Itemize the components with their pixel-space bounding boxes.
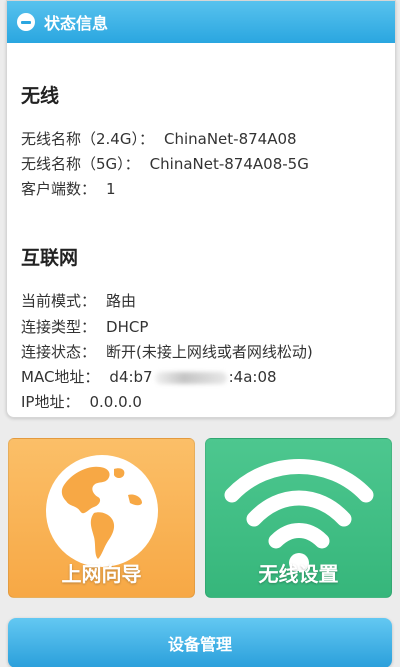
wifi-5g-label: 无线名称（5G）： bbox=[21, 155, 140, 173]
status-title: 状态信息 bbox=[44, 14, 109, 33]
status-panel: 状态信息 无线 无线名称（2.4G）： ChinaNet-874A08 无线名称（… bbox=[6, 0, 396, 418]
internet-wizard-label: 上网向导 bbox=[61, 562, 142, 586]
mode-label: 当前模式： bbox=[21, 292, 97, 310]
mode-value: 路由 bbox=[106, 292, 137, 310]
internet-section-title: 互联网 bbox=[21, 247, 79, 269]
ip-value: 0.0.0.0 bbox=[89, 393, 142, 411]
wifi-icon bbox=[224, 459, 374, 571]
clients-row: 客户端数： 1 bbox=[21, 178, 116, 199]
internet-wizard-tile[interactable]: 上网向导 bbox=[8, 438, 195, 598]
mac-suffix: :4a:08 bbox=[228, 368, 277, 386]
wifi-24g-label: 无线名称（2.4G）： bbox=[21, 130, 154, 148]
wifi-5g-value: ChinaNet-874A08-5G bbox=[149, 155, 309, 173]
device-management-button[interactable]: 设备管理 bbox=[8, 618, 392, 667]
wireless-settings-label: 无线设置 bbox=[258, 562, 339, 586]
wifi-5g-row: 无线名称（5G）： ChinaNet-874A08-5G bbox=[21, 153, 309, 174]
clients-label: 客户端数： bbox=[21, 180, 97, 198]
mac-redaction bbox=[154, 371, 227, 384]
conn-type-label: 连接类型： bbox=[21, 318, 97, 336]
clients-value: 1 bbox=[106, 180, 116, 198]
conn-status-row: 连接状态： 断开(未接上网线或者网线松动) bbox=[21, 341, 313, 362]
mode-row: 当前模式： 路由 bbox=[21, 290, 136, 311]
mac-prefix: d4:b7 bbox=[109, 368, 153, 386]
conn-type-row: 连接类型： DHCP bbox=[21, 316, 148, 337]
ip-row: IP地址： 0.0.0.0 bbox=[21, 391, 142, 412]
conn-status-value: 断开(未接上网线或者网线松动) bbox=[106, 343, 313, 361]
ip-label: IP地址： bbox=[21, 393, 80, 411]
globe-icon bbox=[46, 455, 158, 567]
status-header[interactable]: 状态信息 bbox=[7, 1, 395, 43]
collapse-icon[interactable] bbox=[17, 13, 35, 31]
mac-row: MAC地址： d4:b7 :4a:08 bbox=[21, 366, 277, 387]
mac-label: MAC地址： bbox=[21, 368, 100, 386]
wifi-24g-value: ChinaNet-874A08 bbox=[163, 130, 297, 148]
conn-type-value: DHCP bbox=[106, 318, 149, 336]
wireless-section-title: 无线 bbox=[21, 85, 60, 107]
wifi-24g-row: 无线名称（2.4G）： ChinaNet-874A08 bbox=[21, 128, 297, 149]
wireless-settings-tile[interactable]: 无线设置 bbox=[205, 438, 392, 598]
conn-status-label: 连接状态： bbox=[21, 343, 97, 361]
